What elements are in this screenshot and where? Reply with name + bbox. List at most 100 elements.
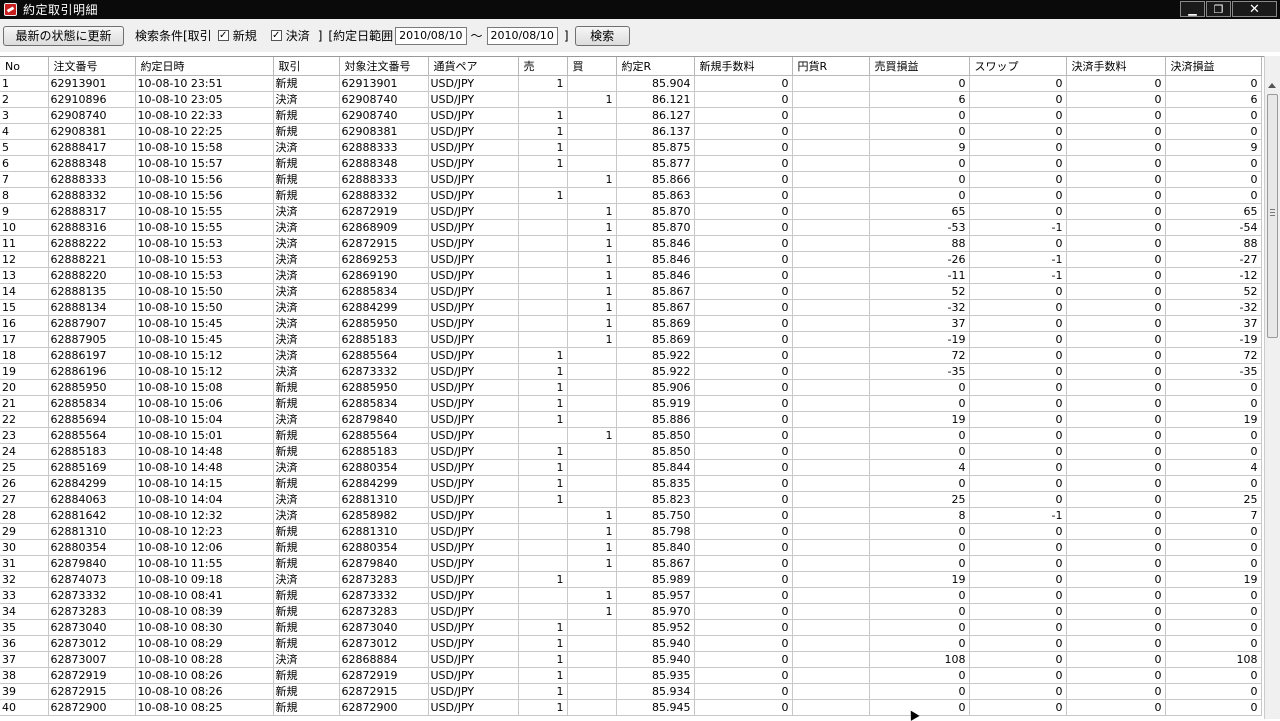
table-cell: 新規 [273,667,340,684]
column-header[interactable]: 注文番号 [48,57,136,76]
table-row[interactable]: 39 62872915 10-08-10 08:26 新規 62872915 USD/JP… [0,683,1262,700]
table-cell: 1 [518,619,568,636]
table-row[interactable]: 20 62885950 10-08-10 15:08 新規 62885950 USD/JP… [0,379,1262,396]
table-cell: 0 [969,235,1067,252]
table-row[interactable]: 23 62885564 10-08-10 15:01 新規 62885564 USD/JP… [0,427,1262,444]
table-cell: -19 [869,331,970,348]
table-row[interactable]: 8 62888332 10-08-10 15:56 新規 62888332 USD/JPY… [0,187,1262,204]
column-header[interactable]: 対象注文番号 [339,57,429,76]
table-cell: 86.137 [616,123,695,140]
table-row[interactable]: 19 62886196 10-08-10 15:12 決済 62873332 USD/JP… [0,363,1262,380]
table-cell: 62888316 [48,219,136,236]
search-button[interactable]: 検索 [574,25,630,46]
table-cell: 0 [869,667,970,684]
table-row[interactable]: 35 62873040 10-08-10 08:30 新規 62873040 USD/JP… [0,619,1262,636]
table-cell: 決済 [273,651,340,668]
new-checkbox[interactable]: ✓ 新規 [217,27,257,44]
table-row[interactable]: 40 62872900 10-08-10 08:25 新規 62872900 USD/JP… [0,699,1262,716]
table-cell: 0 [869,395,970,412]
table-cell: 10-08-10 14:04 [135,491,274,508]
table-row[interactable]: 21 62885834 10-08-10 15:06 新規 62885834 USD/JP… [0,395,1262,412]
table-cell: 85.867 [616,299,695,316]
table-row[interactable]: 30 62880354 10-08-10 12:06 新規 62880354 USD/JP… [0,539,1262,556]
table-cell [518,219,568,236]
column-header[interactable]: 新規手数料 [694,57,793,76]
table-row[interactable]: 16 62887907 10-08-10 15:45 決済 62885950 USD/JP… [0,315,1262,332]
table-cell: 0 [694,299,793,316]
close-button[interactable]: ✕ [1232,1,1277,17]
window-controls: ▁ ❐ ✕ [1179,1,1277,17]
column-header[interactable]: 約定R [616,57,695,76]
table-cell: 0 [969,283,1067,300]
table-row[interactable]: 7 62888333 10-08-10 15:56 新規 62888333 USD/JPY… [0,171,1262,188]
table-cell: 1 [567,91,617,108]
table-cell: 0 [1066,395,1166,412]
grip-line [1270,215,1275,216]
table-row[interactable]: 14 62888135 10-08-10 15:50 決済 62885834 USD/JP… [0,283,1262,300]
table-row[interactable]: 5 62888417 10-08-10 15:58 決済 62888333 USD/JPY… [0,139,1262,156]
table-cell: 62888332 [339,187,429,204]
column-header[interactable]: 円貨R [792,57,870,76]
table-row[interactable]: 26 62884299 10-08-10 14:15 新規 62884299 USD/JP… [0,475,1262,492]
table-cell: 0 [969,155,1067,172]
refresh-button[interactable]: 最新の状態に更新 [3,25,124,46]
table-row[interactable]: 4 62908381 10-08-10 22:25 新規 62908381 USD/JPY… [0,123,1262,140]
table-row[interactable]: 11 62888222 10-08-10 15:53 決済 62872915 USD/JP… [0,235,1262,252]
table-cell: 1 [518,571,568,588]
table-row[interactable]: 27 62884063 10-08-10 14:04 決済 62881310 USD/JP… [0,491,1262,508]
table-row[interactable]: 9 62888317 10-08-10 15:55 決済 62872919 USD/JPY… [0,203,1262,220]
date-from-field[interactable]: 2010/08/10 [395,26,467,45]
column-header[interactable]: 売 [518,57,568,76]
table-row[interactable]: 1 62913901 10-08-10 23:51 新規 62913901 USD/JPY… [0,75,1262,92]
column-header[interactable]: 決済手数料 [1066,57,1166,76]
column-header[interactable]: 売買損益 [869,57,970,76]
table-cell [567,699,617,716]
column-header[interactable]: 決済損益 [1165,57,1262,76]
date-to-field[interactable]: 2010/08/10 [486,26,558,45]
table-row[interactable]: 3 62908740 10-08-10 22:33 新規 62908740 USD/JPY… [0,107,1262,124]
table-row[interactable]: 22 62885694 10-08-10 15:04 決済 62879840 USD/JP… [0,411,1262,428]
minimize-button[interactable]: ▁ [1180,1,1205,17]
column-header[interactable]: 買 [567,57,617,76]
table-row[interactable]: 18 62886197 10-08-10 15:12 決済 62885564 USD/JP… [0,347,1262,364]
table-row[interactable]: 33 62873332 10-08-10 08:41 新規 62873332 USD/JP… [0,587,1262,604]
table-row[interactable]: 24 62885183 10-08-10 14:48 新規 62885183 USD/JP… [0,443,1262,460]
column-header[interactable]: スワップ [969,57,1067,76]
table-cell: 10-08-10 15:50 [135,283,274,300]
table-cell: 85.970 [616,603,695,620]
column-header[interactable]: No [0,57,49,76]
table-cell: 62880354 [339,539,429,556]
scrollbar-thumb[interactable] [1267,94,1278,338]
maximize-button[interactable]: ❐ [1206,1,1231,17]
table-cell: USD/JPY [428,187,519,204]
table-cell: 10-08-10 15:55 [135,219,274,236]
column-header[interactable]: 通貨ペア [428,57,519,76]
settle-checkbox[interactable]: ✓ 決済 [270,27,310,44]
table-row[interactable]: 32 62874073 10-08-10 09:18 決済 62873283 USD/JP… [0,571,1262,588]
table-cell: 88 [1165,235,1262,252]
new-checkbox-box[interactable]: ✓ [217,30,229,41]
column-header[interactable]: 取引 [273,57,340,76]
table-row[interactable]: 10 62888316 10-08-10 15:55 決済 62868909 USD/JP… [0,219,1262,236]
table-row[interactable]: 17 62887905 10-08-10 15:45 決済 62885183 USD/JP… [0,331,1262,348]
scroll-up-arrow-icon[interactable] [1268,83,1276,88]
table-row[interactable]: 36 62873012 10-08-10 08:29 新規 62873012 USD/JP… [0,635,1262,652]
table-row[interactable]: 38 62872919 10-08-10 08:26 新規 62872919 USD/JP… [0,667,1262,684]
table-cell: 19 [869,411,970,428]
column-header[interactable]: 約定日時 [135,57,274,76]
table-row[interactable]: 15 62888134 10-08-10 15:50 決済 62884299 USD/JP… [0,299,1262,316]
table-cell: 0 [969,203,1067,220]
table-row[interactable]: 37 62873007 10-08-10 08:28 決済 62868884 USD/JP… [0,651,1262,668]
table-row[interactable]: 31 62879840 10-08-10 11:55 新規 62879840 USD/JP… [0,555,1262,572]
table-row[interactable]: 2 62910896 10-08-10 23:05 決済 62908740 USD/JPY… [0,91,1262,108]
table-row[interactable]: 12 62888221 10-08-10 15:53 決済 62869253 USD/JP… [0,251,1262,268]
table-row[interactable]: 25 62885169 10-08-10 14:48 決済 62880354 USD/JP… [0,459,1262,476]
table-row[interactable]: 28 62881642 10-08-10 12:32 決済 62858982 USD/JP… [0,507,1262,524]
table-cell: 1 [567,219,617,236]
vertical-scrollbar[interactable] [1264,56,1280,719]
table-row[interactable]: 29 62881310 10-08-10 12:23 新規 62881310 USD/JP… [0,523,1262,540]
table-row[interactable]: 13 62888220 10-08-10 15:53 決済 62869190 USD/JP… [0,267,1262,284]
table-row[interactable]: 6 62888348 10-08-10 15:57 新規 62888348 USD/JPY… [0,155,1262,172]
table-row[interactable]: 34 62873283 10-08-10 08:39 新規 62873283 USD/JP… [0,603,1262,620]
settle-checkbox-box[interactable]: ✓ [270,30,282,41]
